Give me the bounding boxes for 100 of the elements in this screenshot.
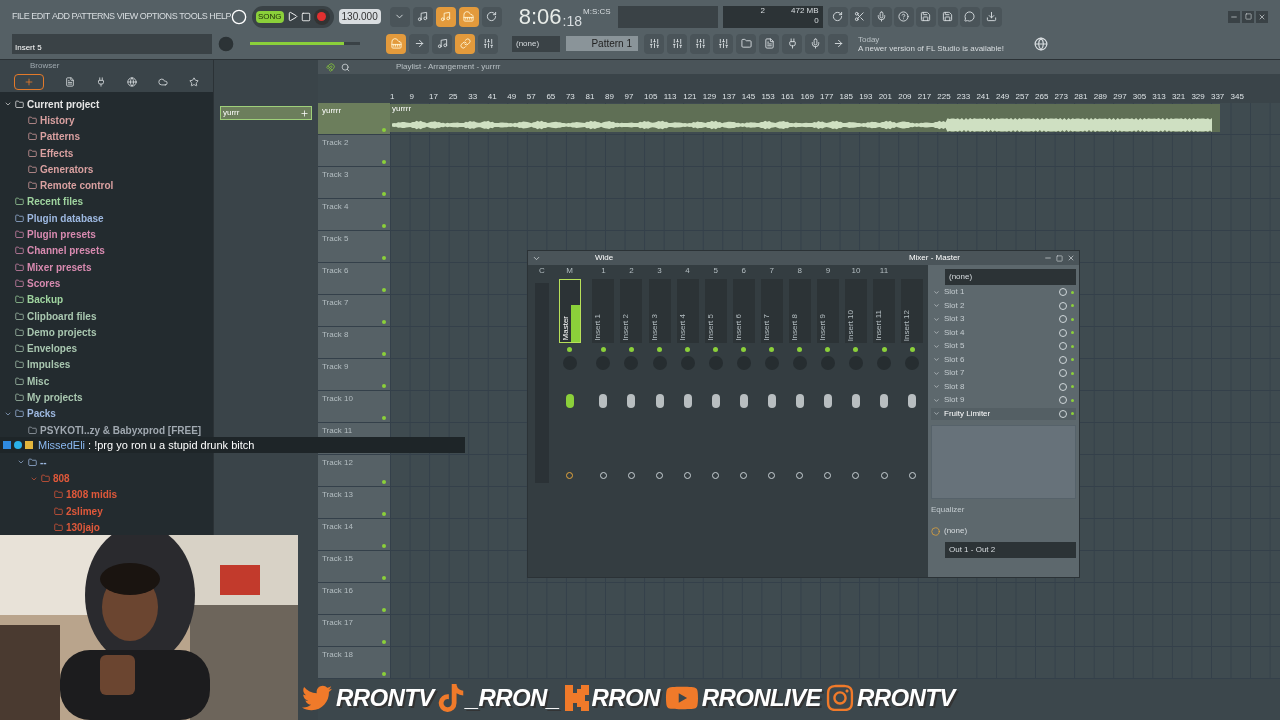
- mixer-track[interactable]: Insert 12: [901, 279, 924, 343]
- cut-button[interactable]: [849, 6, 870, 27]
- browser-item[interactable]: PSYKOTI..zy & Babyxprod [FREE]: [0, 421, 213, 439]
- enable-led[interactable]: [825, 347, 831, 352]
- tool-button[interactable]: [458, 6, 479, 27]
- fader[interactable]: [683, 394, 692, 408]
- effect-slot[interactable]: Slot 7: [931, 367, 1076, 380]
- save-button[interactable]: [915, 6, 936, 27]
- news-text[interactable]: A newer version of FL Studio is available!: [858, 43, 1028, 53]
- tool-button[interactable]: [481, 6, 502, 27]
- globe-icon[interactable]: [1034, 36, 1048, 51]
- menu-item[interactable]: HELP: [209, 9, 232, 24]
- mixer-track[interactable]: Insert 4: [676, 279, 699, 343]
- track-header[interactable]: Track 7: [318, 295, 390, 326]
- browser-item[interactable]: History: [0, 112, 213, 129]
- browser-item[interactable]: Envelopes: [0, 340, 213, 357]
- track-header[interactable]: Track 18: [318, 647, 390, 678]
- audio-clip[interactable]: yurrrr: [390, 104, 1220, 132]
- slot-led[interactable]: [1071, 371, 1074, 375]
- browser-item[interactable]: Current project: [0, 96, 213, 113]
- enable-led[interactable]: [713, 347, 719, 352]
- browser-item[interactable]: Generators: [0, 161, 213, 178]
- tool-button[interactable]: [432, 33, 452, 54]
- tool-button[interactable]: [667, 33, 687, 54]
- browser-item[interactable]: 808: [0, 470, 213, 487]
- browser-item[interactable]: Effects: [0, 144, 213, 162]
- menu-item[interactable]: EDIT: [31, 9, 50, 24]
- browser-item[interactable]: Demo projects: [0, 324, 213, 341]
- tool-button[interactable]: [478, 33, 498, 54]
- fader[interactable]: [908, 394, 917, 408]
- plugin-button[interactable]: [782, 33, 802, 54]
- browser-item[interactable]: Scores: [0, 275, 213, 292]
- tool-button[interactable]: [736, 33, 756, 54]
- tool-button[interactable]: [435, 6, 456, 27]
- mixer-track[interactable]: Insert 2: [620, 279, 643, 343]
- browser-item[interactable]: Channel presets: [0, 242, 213, 259]
- browser-item[interactable]: Mixer presets: [0, 258, 213, 276]
- tool-button[interactable]: [805, 33, 825, 54]
- maximize-icon[interactable]: [1056, 254, 1063, 262]
- slot-led[interactable]: [1071, 412, 1074, 416]
- mic-button[interactable]: [871, 6, 892, 27]
- browser-item[interactable]: Recent files: [0, 193, 213, 211]
- input-select[interactable]: (none): [945, 269, 1076, 285]
- effect-slot[interactable]: Slot 1: [931, 286, 1076, 299]
- fader[interactable]: [795, 394, 804, 408]
- track-header[interactable]: Track 10: [318, 391, 390, 422]
- track-header[interactable]: Track 13: [318, 487, 390, 518]
- fader[interactable]: [739, 394, 748, 408]
- track-header[interactable]: yurrrr: [318, 103, 390, 134]
- search-icon[interactable]: [341, 62, 350, 72]
- slot-led[interactable]: [1071, 385, 1074, 389]
- slot-led[interactable]: [1071, 290, 1074, 294]
- menu-item[interactable]: PATTERNS: [71, 9, 115, 24]
- track-header[interactable]: Track 17: [318, 615, 390, 646]
- track-header[interactable]: Track 4: [318, 199, 390, 230]
- menu-item[interactable]: FILE: [12, 9, 30, 24]
- effect-slot[interactable]: Slot 3: [931, 313, 1076, 326]
- mixer-track[interactable]: Insert 10: [844, 279, 867, 343]
- mixer-track[interactable]: Insert 9: [816, 279, 839, 343]
- pattern-field[interactable]: Pattern 1: [566, 36, 638, 51]
- track-header[interactable]: Track 2: [318, 135, 390, 166]
- enable-led[interactable]: [685, 347, 691, 352]
- tempo-field[interactable]: 130.000: [338, 9, 381, 24]
- browser-item[interactable]: My projects: [0, 389, 213, 406]
- track-header[interactable]: Track 9: [318, 359, 390, 390]
- close-button[interactable]: [1256, 10, 1268, 23]
- send-select[interactable]: (none): [944, 525, 968, 537]
- tool-button[interactable]: [644, 33, 664, 54]
- browser-item[interactable]: Impulses: [0, 356, 213, 374]
- minimize-icon[interactable]: [1044, 254, 1052, 262]
- slot-led[interactable]: [1071, 358, 1074, 362]
- fader[interactable]: [851, 394, 860, 408]
- fader[interactable]: [599, 394, 608, 408]
- browser-item[interactable]: Remote control: [0, 177, 213, 194]
- chat-button[interactable]: [959, 6, 980, 27]
- effect-slot[interactable]: Slot 8: [931, 380, 1076, 393]
- effect-slot[interactable]: Slot 9: [931, 394, 1076, 407]
- enable-led[interactable]: [628, 347, 634, 352]
- tool-button[interactable]: [828, 33, 848, 54]
- effect-slot[interactable]: Slot 2: [931, 299, 1076, 312]
- enable-led[interactable]: [797, 347, 803, 352]
- browser-item[interactable]: 130jajo: [0, 519, 213, 536]
- mixer-track[interactable]: Insert 5: [704, 279, 727, 343]
- enable-led[interactable]: [769, 347, 775, 352]
- song-mode-button[interactable]: SONG: [256, 10, 284, 23]
- enable-led[interactable]: [567, 347, 573, 352]
- close-icon[interactable]: [1067, 254, 1075, 262]
- enable-led[interactable]: [853, 347, 859, 352]
- magnet-icon[interactable]: [326, 62, 335, 72]
- slot-led[interactable]: [1071, 331, 1074, 335]
- mixer-track[interactable]: Insert 1: [592, 279, 615, 343]
- browser-item[interactable]: 2slimey: [0, 503, 213, 520]
- help-button[interactable]: [893, 6, 914, 27]
- track-header[interactable]: Track 15: [318, 551, 390, 582]
- slot-led[interactable]: [1071, 344, 1074, 348]
- track-lane[interactable]: yurrrr: [390, 103, 1280, 134]
- track-header[interactable]: Track 12: [318, 455, 390, 486]
- browser-item[interactable]: Plugin presets: [0, 226, 213, 243]
- fader[interactable]: [565, 394, 574, 408]
- enable-led[interactable]: [600, 347, 606, 352]
